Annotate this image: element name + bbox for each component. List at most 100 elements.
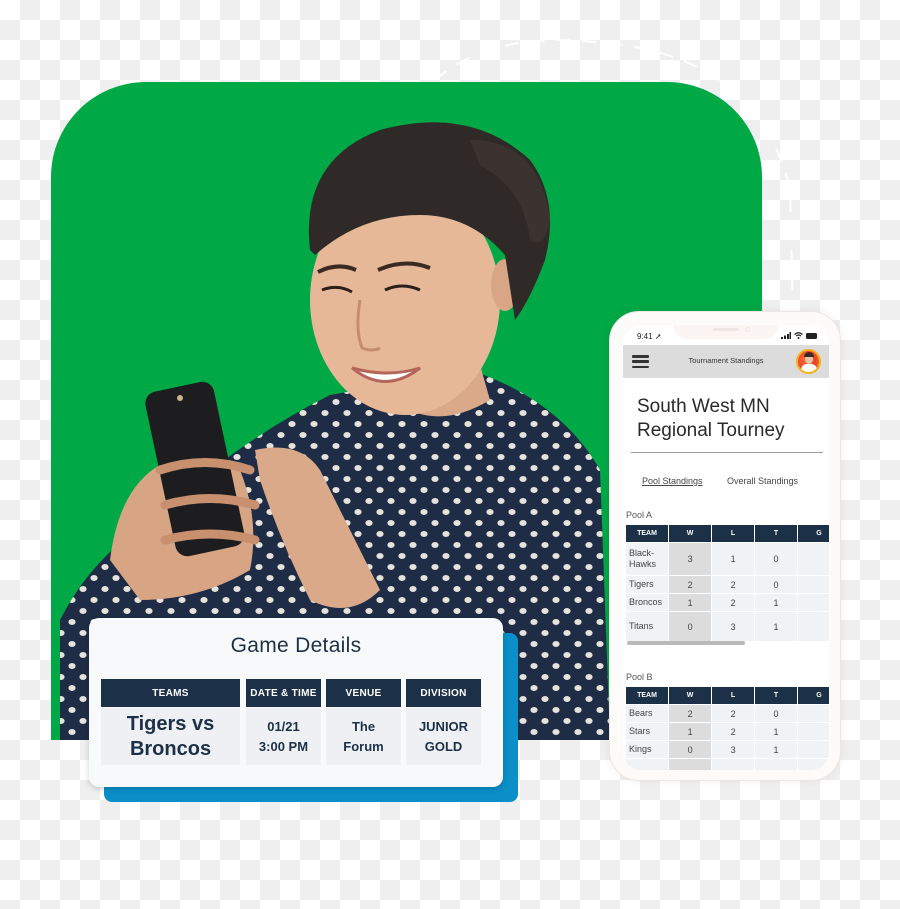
wins: 0 <box>669 612 712 641</box>
status-icons <box>781 332 818 339</box>
losses: 3 <box>712 741 755 758</box>
wins <box>669 759 712 770</box>
header-l: L <box>712 525 754 542</box>
team-name: Black- Hawks <box>626 543 669 575</box>
pool-a-table: TEAM W L T G Black- Hawks 3 1 0 Tigers 2 … <box>626 525 829 642</box>
ties: 1 <box>755 612 798 641</box>
venue-value: The Forum <box>326 708 401 765</box>
team-name: Kings <box>626 741 669 758</box>
header-team: TEAM <box>626 525 668 542</box>
losses: 3 <box>712 612 755 641</box>
pool-b-header-row: TEAM W L T G <box>626 687 829 705</box>
tournament-title-line-2: Regional Tourney <box>637 420 785 441</box>
teams-value: Tigers vs Broncos <box>101 708 240 765</box>
losses <box>712 759 755 770</box>
header-t: T <box>755 525 797 542</box>
wins: 2 <box>669 705 712 722</box>
game-details-venue-column: VENUE The Forum <box>326 679 401 765</box>
games <box>798 723 829 740</box>
header-g: G <box>798 687 829 704</box>
wifi-icon <box>794 332 803 339</box>
team-name: Tigers <box>626 576 669 593</box>
games <box>798 594 829 611</box>
time-value: 3:00 PM <box>258 738 309 754</box>
tab-pool-standings[interactable]: Pool Standings <box>642 476 703 486</box>
phone-notch <box>673 325 779 339</box>
title-divider <box>631 452 823 453</box>
losses: 2 <box>712 594 755 611</box>
pool-a-horizontal-scrollbar[interactable] <box>627 641 745 645</box>
games <box>798 759 829 770</box>
status-time-text: 9:41 <box>637 332 653 341</box>
header-g: G <box>798 525 829 542</box>
ties: 0 <box>755 705 798 722</box>
ties: 0 <box>755 543 798 575</box>
division-header: DIVISION <box>406 679 481 707</box>
table-row: Tigers 2 2 0 <box>626 576 829 594</box>
tournament-title: South West MN Regional Tourney <box>637 395 822 443</box>
pool-b-label: Pool B <box>626 672 653 682</box>
division-line-2: GOLD <box>424 738 463 754</box>
games <box>798 612 829 641</box>
header-w: W <box>669 687 711 704</box>
status-time: 9:41 ➚ <box>637 332 662 341</box>
losses: 2 <box>712 723 755 740</box>
battery-icon <box>806 333 817 339</box>
table-row <box>626 759 829 770</box>
user-avatar[interactable] <box>796 349 821 374</box>
game-details-division-column: DIVISION JUNIOR GOLD <box>406 679 481 765</box>
team-name: Broncos <box>626 594 669 611</box>
team-name <box>626 759 669 770</box>
wins: 0 <box>669 741 712 758</box>
phone-mockup: 9:41 ➚ Tournament Standings South West M… <box>609 311 841 781</box>
app-bar: Tournament Standings <box>623 345 829 378</box>
tournament-title-line-1: South West MN <box>637 396 770 417</box>
tab-overall-standings[interactable]: Overall Standings <box>727 476 798 486</box>
teams-line-1: Tigers vs <box>126 712 215 735</box>
phone-screen: 9:41 ➚ Tournament Standings South West M… <box>623 325 829 770</box>
signal-icon <box>781 332 791 339</box>
header-t: T <box>755 687 797 704</box>
teams-header: TEAMS <box>101 679 240 707</box>
games <box>798 576 829 593</box>
date-value: 01/21 <box>267 718 300 734</box>
game-details-card: Game Details TEAMS Tigers vs Broncos DAT… <box>89 618 503 787</box>
team-name: Bears <box>626 705 669 722</box>
venue-line-1: The <box>351 718 376 734</box>
table-row: Kings 0 3 1 <box>626 741 829 759</box>
division-value: JUNIOR GOLD <box>406 708 481 765</box>
header-w: W <box>669 525 711 542</box>
table-row: Titans 0 3 1 <box>626 612 829 642</box>
ties: 1 <box>755 594 798 611</box>
ties <box>755 759 798 770</box>
header-l: L <box>712 687 754 704</box>
location-arrow-icon: ➚ <box>654 332 662 341</box>
pool-a-label: Pool A <box>626 510 653 520</box>
team-name: Titans <box>626 612 669 641</box>
ties: 1 <box>755 723 798 740</box>
table-row: Bears 2 2 0 <box>626 705 829 723</box>
ties: 1 <box>755 741 798 758</box>
teams-line-2: Broncos <box>129 737 212 760</box>
losses: 1 <box>712 543 755 575</box>
pool-a-header-row: TEAM W L T G <box>626 525 829 543</box>
wins: 1 <box>669 594 712 611</box>
game-details-teams-column: TEAMS Tigers vs Broncos <box>101 679 240 765</box>
datetime-header: DATE & TIME <box>246 679 321 707</box>
team-name: Stars <box>626 723 669 740</box>
game-details-title: Game Details <box>230 634 362 657</box>
division-line-1: JUNIOR <box>418 718 469 734</box>
losses: 2 <box>712 705 755 722</box>
venue-line-2: Forum <box>343 738 384 754</box>
pool-b-table: TEAM W L T G Bears 2 2 0 Stars 1 2 1 Kin… <box>626 687 829 770</box>
losses: 2 <box>712 576 755 593</box>
table-row: Stars 1 2 1 <box>626 723 829 741</box>
games <box>798 741 829 758</box>
wins: 1 <box>669 723 712 740</box>
header-team: TEAM <box>626 687 668 704</box>
game-details-datetime-column: DATE & TIME 01/21 3:00 PM <box>246 679 321 765</box>
ties: 0 <box>755 576 798 593</box>
games <box>798 705 829 722</box>
wins: 3 <box>669 543 712 575</box>
games <box>798 543 829 575</box>
